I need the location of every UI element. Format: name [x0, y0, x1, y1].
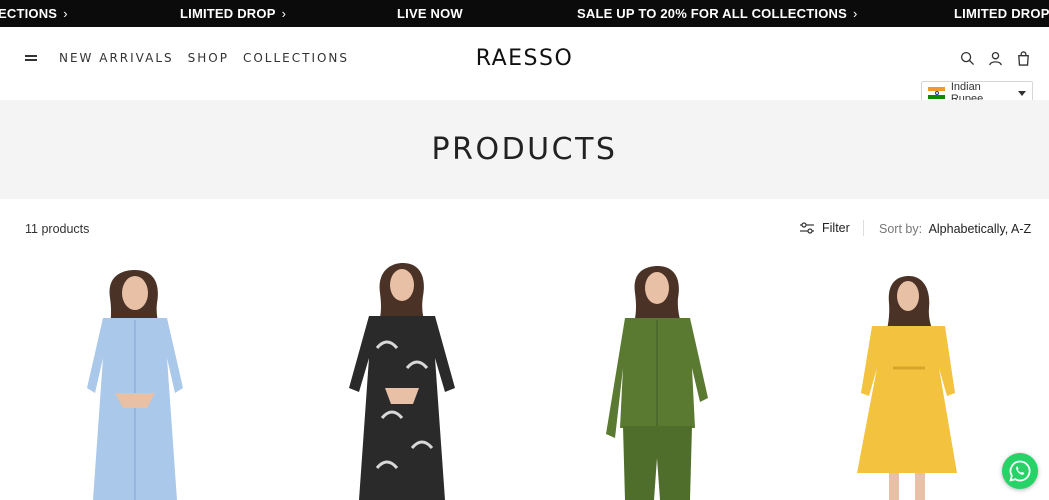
filter-icon	[800, 222, 814, 234]
announcement-bar: ECTIONS › LIMITED DROP › LIVE NOW SALE U…	[0, 0, 1049, 27]
product-image-black-leaf-print-dress[interactable]	[277, 258, 517, 500]
site-header: NEW ARRIVALS SHOP COLLECTIONS RAESSO	[0, 27, 1049, 100]
page-title: PRODUCTS	[431, 132, 618, 167]
whatsapp-chat-button[interactable]	[1002, 453, 1038, 489]
product-card[interactable]	[277, 258, 517, 500]
announcement-text: LIVE NOW	[397, 6, 463, 21]
account-icon[interactable]	[988, 51, 1003, 66]
announcement-text: LIMITED DROP	[954, 6, 1049, 21]
collection-hero: PRODUCTS	[0, 100, 1049, 199]
product-image-yellow-mini-dress[interactable]	[797, 258, 1037, 500]
announcement-text: LIMITED DROP	[180, 6, 276, 21]
whatsapp-icon	[1009, 460, 1031, 482]
announcement-text: ECTIONS	[0, 6, 58, 21]
logo-container: RAESSO	[0, 46, 1049, 71]
announcement-text: SALE UP TO 20% FOR ALL COLLECTIONS	[577, 6, 847, 21]
announcement-item[interactable]: LIVE NOW	[397, 6, 463, 21]
announcement-item[interactable]: SALE UP TO 20% FOR ALL COLLECTIONS ›	[577, 6, 858, 21]
india-flag-icon	[928, 87, 945, 99]
product-card[interactable]	[15, 258, 255, 500]
product-image-light-blue-shirt-dress[interactable]	[15, 258, 255, 500]
sort-value: Alphabetically, A-Z	[928, 222, 1032, 236]
announcement-item[interactable]: ECTIONS ›	[0, 6, 68, 21]
product-image-olive-green-co-ord-set[interactable]	[540, 258, 780, 500]
product-card[interactable]	[540, 258, 780, 500]
filter-label: Filter	[822, 221, 850, 235]
cart-icon[interactable]	[1016, 51, 1031, 66]
announcement-item[interactable]: LIMITED DROP	[954, 6, 1049, 21]
sort-dropdown[interactable]: Sort by: Alphabetically, A-Z	[879, 222, 1031, 236]
product-card[interactable]	[797, 258, 1037, 500]
toolbar-divider	[863, 220, 864, 236]
filter-button[interactable]: Filter	[800, 221, 850, 235]
header-icons	[960, 51, 1031, 66]
site-logo[interactable]: RAESSO	[476, 46, 574, 71]
search-icon[interactable]	[960, 51, 975, 66]
caret-down-icon	[1018, 90, 1026, 96]
product-count: 11 products	[25, 222, 90, 236]
sort-label: Sort by:	[879, 222, 923, 236]
announcement-item[interactable]: LIMITED DROP ›	[180, 6, 286, 21]
chevron-right-icon: ›	[63, 6, 68, 21]
chevron-right-icon: ›	[281, 6, 287, 21]
chevron-right-icon: ›	[852, 6, 858, 21]
